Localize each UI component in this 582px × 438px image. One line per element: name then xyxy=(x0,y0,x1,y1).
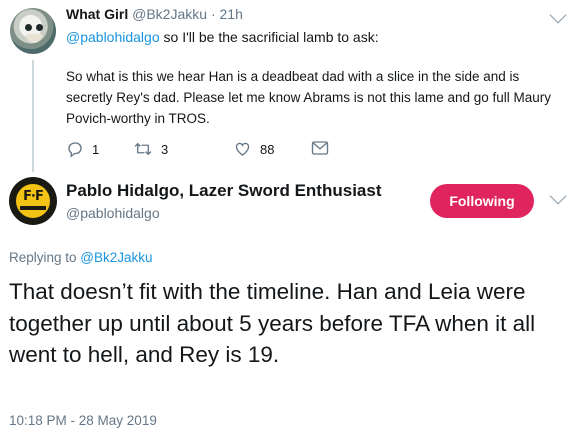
like-icon xyxy=(235,142,250,156)
reply-icon xyxy=(68,142,82,158)
parent-tweet: What Girl @Bk2Jakku · 21h @pablohidalgo … xyxy=(0,0,582,172)
reply-button[interactable]: 1 xyxy=(66,140,99,158)
reply-text: so I'll be the sacrificial lamb to ask: xyxy=(159,29,379,45)
tweet-reply-line: @pablohidalgo so I'll be the sacrificial… xyxy=(66,29,379,45)
display-name[interactable]: What Girl xyxy=(66,6,128,22)
replying-to-line: Replying to @Bk2Jakku xyxy=(9,250,153,265)
avatar-logo-bar xyxy=(20,206,46,210)
avatar-eye xyxy=(36,24,43,31)
tweet-text: That doesn’t fit with the timeline. Han … xyxy=(9,279,536,367)
avatar[interactable]: F∙F xyxy=(9,177,57,225)
separator-dot: · xyxy=(210,6,216,22)
following-button[interactable]: Following xyxy=(430,184,534,218)
tweet-time[interactable]: 21h xyxy=(220,6,243,22)
avatar[interactable] xyxy=(10,8,56,54)
message-icon xyxy=(311,141,329,155)
like-button[interactable]: 88 xyxy=(233,140,274,158)
avatar-logo-badge: F∙F xyxy=(14,182,52,220)
like-count: 88 xyxy=(260,141,275,157)
avatar-logo-text: F∙F xyxy=(23,189,44,204)
retweet-icon xyxy=(134,142,152,156)
replying-to-label: Replying to xyxy=(9,250,81,265)
retweet-count: 3 xyxy=(161,141,169,157)
display-name[interactable]: Pablo Hidalgo, Lazer Sword Enthusiast xyxy=(66,181,382,201)
direct-message-button[interactable] xyxy=(311,140,329,156)
avatar-eye xyxy=(25,24,32,31)
mention-link[interactable]: @pablohidalgo xyxy=(66,29,160,45)
chevron-down-icon[interactable] xyxy=(549,187,567,205)
user-handle[interactable]: @Bk2Jakku xyxy=(132,6,207,22)
retweet-button[interactable]: 3 xyxy=(133,140,168,158)
avatar-snout xyxy=(26,34,42,43)
tweet-header: What Girl @Bk2Jakku · 21h xyxy=(66,6,243,22)
thread-connector-line xyxy=(32,60,34,172)
user-handle[interactable]: @pablohidalgo xyxy=(66,205,160,221)
tweet-text: So what is this we hear Han is a deadbea… xyxy=(66,69,552,126)
chevron-down-icon[interactable] xyxy=(549,6,567,24)
tweet-timestamp[interactable]: 10:18 PM - 28 May 2019 xyxy=(9,413,157,428)
reply-count: 1 xyxy=(92,141,100,157)
mention-link[interactable]: @Bk2Jakku xyxy=(80,250,152,265)
